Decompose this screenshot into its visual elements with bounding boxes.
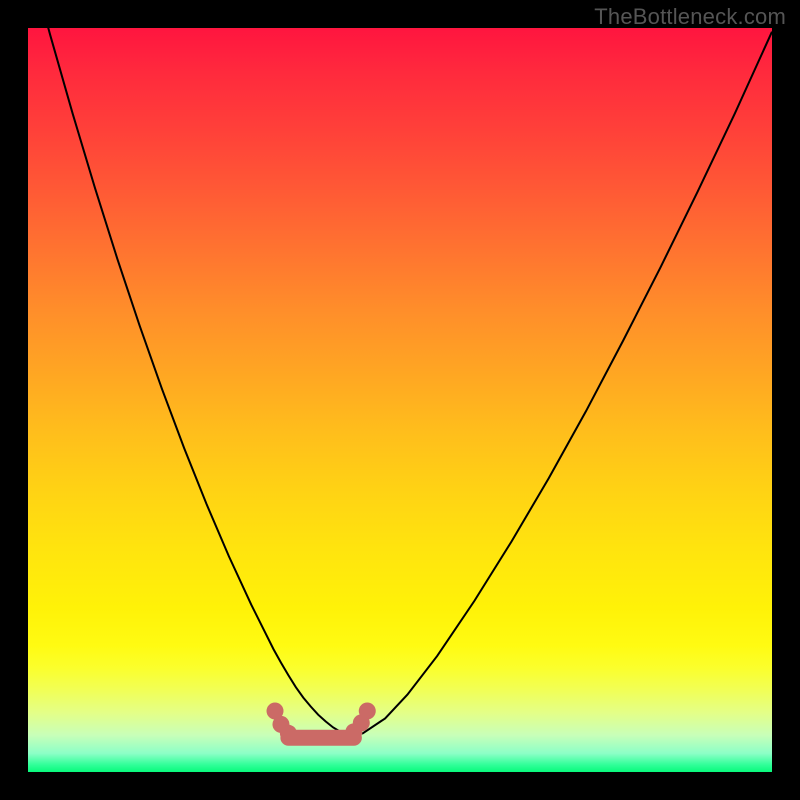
watermark-text: TheBottleneck.com <box>594 4 786 30</box>
bottleneck-curve <box>28 28 772 772</box>
plot-area <box>28 28 772 772</box>
marker-dot <box>359 702 376 719</box>
marker-dot <box>280 725 297 742</box>
curve-line <box>28 28 772 735</box>
chart-frame: TheBottleneck.com <box>0 0 800 800</box>
